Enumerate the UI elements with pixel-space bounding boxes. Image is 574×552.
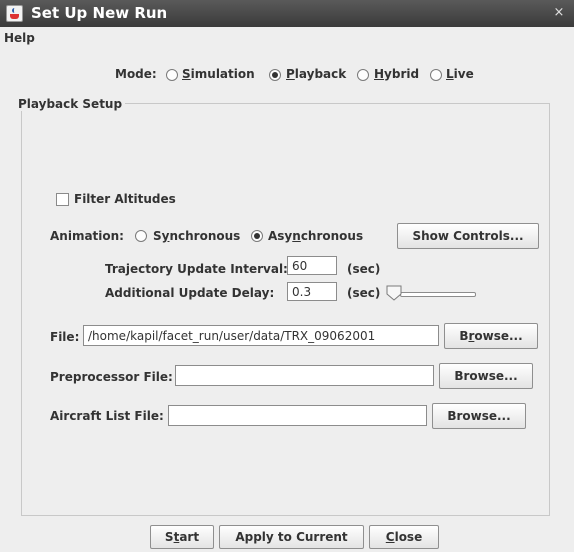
update-delay-slider-thumb[interactable] xyxy=(386,285,402,301)
mode-radio-hybrid[interactable] xyxy=(357,69,369,81)
playback-setup-panel xyxy=(21,103,550,516)
animation-label: Animation: xyxy=(50,229,124,243)
mode-option-live[interactable]: Live xyxy=(446,67,474,81)
preprocessor-file-field[interactable] xyxy=(175,365,434,386)
show-controls-button[interactable]: Show Controls... xyxy=(397,223,539,249)
mode-radio-simulation[interactable] xyxy=(166,69,178,81)
filter-altitudes-label: Filter Altitudes xyxy=(74,192,176,206)
preprocessor-file-label: Preprocessor File: xyxy=(50,370,173,384)
trajectory-interval-unit: (sec) xyxy=(347,262,381,276)
playback-setup-title: Playback Setup xyxy=(17,97,126,111)
mode-label: Mode: xyxy=(115,67,157,81)
mode-radio-playback[interactable] xyxy=(269,69,281,81)
animation-radio-synchronous[interactable] xyxy=(135,230,147,242)
mode-option-simulation[interactable]: Simulation xyxy=(182,67,255,81)
mode-option-hybrid[interactable]: Hybrid xyxy=(374,67,419,81)
window-title: Set Up New Run xyxy=(31,4,168,22)
animation-option-asynchronous[interactable]: Asynchronous xyxy=(268,229,363,243)
start-button[interactable]: Start xyxy=(150,525,214,549)
menu-bar: Help xyxy=(0,27,574,49)
update-delay-unit: (sec) xyxy=(347,286,381,300)
preprocessor-browse-button[interactable]: Browse... xyxy=(439,363,533,389)
update-delay-slider-track[interactable] xyxy=(400,292,476,297)
apply-to-current-button[interactable]: Apply to Current xyxy=(219,525,364,549)
menu-help[interactable]: Help xyxy=(4,31,35,45)
file-browse-button[interactable]: Browse... xyxy=(444,323,538,349)
trajectory-interval-field[interactable] xyxy=(287,256,337,275)
animation-radio-asynchronous[interactable] xyxy=(251,230,263,242)
file-field[interactable] xyxy=(83,325,439,346)
trajectory-interval-label: Trajectory Update Interval: xyxy=(105,262,288,276)
close-icon[interactable]: × xyxy=(552,5,566,20)
update-delay-label: Additional Update Delay: xyxy=(105,286,275,300)
file-label: File: xyxy=(50,330,80,344)
animation-option-synchronous[interactable]: Synchronous xyxy=(153,229,240,243)
aircraft-list-file-field[interactable] xyxy=(168,405,427,426)
mode-radio-live[interactable] xyxy=(430,69,442,81)
aircraft-browse-button[interactable]: Browse... xyxy=(432,403,526,429)
title-bar[interactable]: Set Up New Run × xyxy=(0,0,574,27)
java-cup-icon xyxy=(6,5,23,22)
mode-option-playback[interactable]: Playback xyxy=(286,67,346,81)
close-button[interactable]: Close xyxy=(369,525,439,549)
update-delay-field[interactable] xyxy=(287,282,337,301)
filter-altitudes-checkbox[interactable] xyxy=(56,193,69,206)
aircraft-list-file-label: Aircraft List File: xyxy=(50,409,164,423)
